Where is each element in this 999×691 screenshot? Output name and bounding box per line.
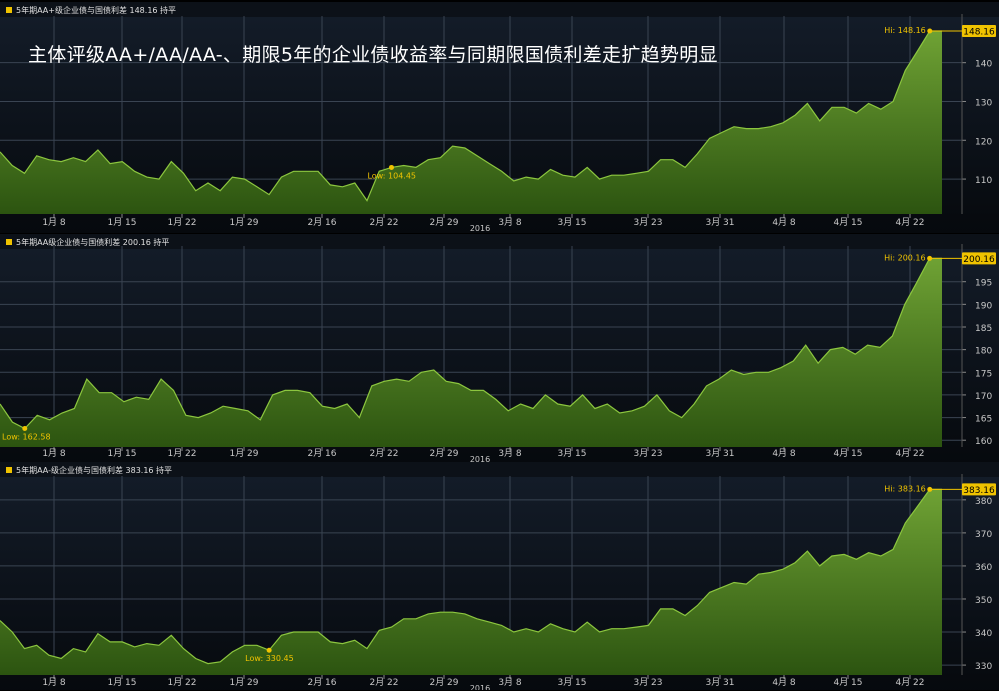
y-tick-label: 350 (975, 596, 992, 606)
x-tick-label: 2月 22 (369, 448, 398, 459)
y-tick-label: 170 (975, 392, 992, 402)
x-tick-label: 3月 23 (633, 217, 662, 228)
x-tick-label: 2月 29 (429, 677, 458, 688)
x-tick-label: 3月 15 (557, 217, 586, 228)
x-tick-label: 1月 15 (107, 217, 136, 228)
x-tick-label: 3月 8 (498, 448, 522, 459)
x-tick-label: 2月 16 (307, 677, 336, 688)
y-tick-label: 165 (975, 415, 992, 425)
y-tick-label: 160 (975, 437, 992, 447)
y-tick-label: 360 (975, 563, 992, 573)
x-tick-label: 2月 16 (307, 448, 336, 459)
legend-label: 5年期AA+级企业债与国债利差 148.16 持平 (16, 5, 176, 15)
x-tick-label: 4月 8 (772, 217, 796, 228)
hi-label: Hi: 383.16 (884, 484, 925, 493)
y-tick-label: 340 (975, 629, 992, 639)
last-value-label: 383.16 (963, 486, 995, 496)
x-tick-label: 3月 31 (705, 677, 734, 688)
y-tick-label: 190 (975, 301, 992, 311)
x-tick-label: 4月 8 (772, 448, 796, 459)
legend-swatch (6, 467, 12, 473)
x-tick-label: 2月 22 (369, 677, 398, 688)
x-tick-label: 3月 15 (557, 677, 586, 688)
x-tick-label: 1月 8 (42, 677, 66, 688)
low-marker (388, 164, 394, 170)
x-tick-label: 2月 22 (369, 217, 398, 228)
y-tick-label: 180 (975, 347, 992, 357)
x-tick-label: 3月 31 (705, 217, 734, 228)
x-tick-label: 3月 8 (498, 217, 522, 228)
x-tick-label: 4月 15 (833, 448, 862, 459)
legend-label: 5年期AA级企业债与国债利差 200.16 持平 (16, 237, 169, 247)
x-tick-label: 1月 22 (167, 217, 196, 228)
x-tick-label: 4月 22 (895, 448, 924, 459)
y-tick-label: 195 (975, 279, 992, 289)
x-tick-label: 1月 29 (229, 448, 258, 459)
year-label: 2016 (470, 224, 490, 233)
low-label: Low: 330.45 (245, 654, 294, 663)
legend-swatch (6, 7, 12, 13)
y-tick-label: 120 (975, 137, 992, 147)
y-tick-label: 140 (975, 60, 992, 70)
chart-panel-1: 110 120 130 140 1月 8 1月 15 1月 22 1月 29 2月 16 2月 2… (0, 2, 999, 233)
y-tick-label: 380 (975, 497, 992, 507)
x-tick-label: 3月 23 (633, 677, 662, 688)
low-label: Low: 104.45 (367, 171, 416, 180)
headline: 主体评级AA+/AA/AA-、期限5年的企业债收益率与同期限国债利差走扩趋势明显 (28, 44, 718, 66)
x-tick-label: 4月 8 (772, 677, 796, 688)
last-value-label: 200.16 (963, 255, 995, 265)
y-tick-label: 130 (975, 98, 992, 108)
x-tick-label: 1月 15 (107, 677, 136, 688)
low-marker (266, 647, 272, 653)
charts-canvas: 110 120 130 140 1月 8 1月 15 1月 22 1月 29 2月 16 2月 2… (0, 2, 999, 691)
year-label: 2016 (470, 684, 490, 691)
x-tick-label: 3月 15 (557, 448, 586, 459)
x-tick-label: 2月 29 (429, 448, 458, 459)
x-tick-label: 1月 8 (42, 217, 66, 228)
x-tick-label: 1月 22 (167, 448, 196, 459)
y-tick-label: 175 (975, 369, 992, 379)
x-tick-label: 3月 23 (633, 448, 662, 459)
y-tick-label: 185 (975, 324, 992, 334)
y-tick-label: 330 (975, 662, 992, 672)
x-tick-label: 4月 15 (833, 217, 862, 228)
legend-label: 5年期AA-级企业债与国债利差 383.16 持平 (16, 465, 172, 475)
hi-label: Hi: 148.16 (884, 26, 925, 35)
x-tick-label: 1月 29 (229, 677, 258, 688)
chart-stage: 110 120 130 140 1月 8 1月 15 1月 22 1月 29 2月 16 2月 2… (0, 0, 999, 691)
legend-swatch (6, 239, 12, 245)
x-tick-label: 2月 16 (307, 217, 336, 228)
x-tick-label: 3月 8 (498, 677, 522, 688)
x-tick-label: 1月 22 (167, 677, 196, 688)
x-tick-label: 1月 29 (229, 217, 258, 228)
chart-panel-3: 330 340 350 360 370 380 1月 8 1月 15 1月 22 1月 29 2月 … (0, 462, 999, 691)
x-tick-label: 4月 22 (895, 677, 924, 688)
low-marker (22, 426, 28, 432)
x-tick-label: 4月 22 (895, 217, 924, 228)
x-tick-label: 2月 29 (429, 217, 458, 228)
hi-label: Hi: 200.16 (884, 253, 925, 262)
x-tick-label: 1月 8 (42, 448, 66, 459)
y-tick-label: 370 (975, 530, 992, 540)
x-tick-label: 3月 31 (705, 448, 734, 459)
chart-panel-2: 160 165 170 175 180 185 190 195 1月 8 1月 15 1月 22 1月… (0, 234, 999, 464)
y-tick-label: 110 (975, 176, 992, 186)
x-tick-label: 4月 15 (833, 677, 862, 688)
x-tick-label: 1月 15 (107, 448, 136, 459)
low-label: Low: 162.58 (2, 433, 51, 442)
last-value-label: 148.16 (963, 28, 995, 38)
